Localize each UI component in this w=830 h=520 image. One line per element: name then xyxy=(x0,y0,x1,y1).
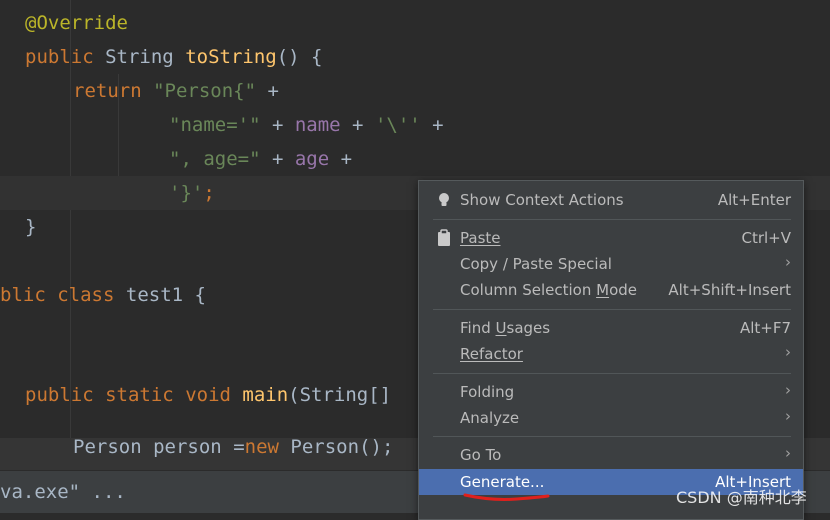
menu-item-refactor[interactable]: Refactor › xyxy=(419,341,803,367)
string-literal: "name='" xyxy=(169,114,261,136)
keyword: static xyxy=(105,384,174,406)
string-literal: '}' xyxy=(169,182,204,204)
console-command-text: va.exe" ... xyxy=(0,481,126,503)
constructor-call: Person xyxy=(290,436,360,458)
string-literal: '\'' xyxy=(374,114,421,136)
keyword: public xyxy=(25,384,94,406)
menu-item-label: Show Context Actions xyxy=(460,191,624,209)
menu-item-label: Analyze xyxy=(460,409,520,427)
label-part: ode xyxy=(609,281,637,299)
field-name: name xyxy=(294,114,341,136)
code-line-5[interactable]: ", age=" + age + xyxy=(169,142,352,176)
method-name: toString xyxy=(185,46,277,68)
menu-item-label: Folding xyxy=(460,383,515,401)
field-name: age xyxy=(294,148,330,170)
mnemonic-letter: M xyxy=(596,281,610,299)
class-name: test1 xyxy=(125,284,184,306)
menu-separator xyxy=(433,373,791,374)
operator: + xyxy=(256,80,279,102)
keyword-fragment: blic xyxy=(0,284,46,306)
code-line-3[interactable]: return "Person{" + xyxy=(73,74,279,108)
menu-item-find-usages[interactable]: Find Usages Alt+F7 xyxy=(419,315,803,341)
code-line-8[interactable]: blic class test1 { xyxy=(0,278,206,312)
submenu-arrow-icon: › xyxy=(785,253,791,271)
menu-separator xyxy=(433,436,791,437)
code-line-9[interactable]: public static void main(String[] xyxy=(25,378,391,412)
keyword: new xyxy=(244,436,279,458)
code-text: (String[] xyxy=(288,384,392,406)
menu-item-shortcut: Alt+Enter xyxy=(717,191,791,209)
menu-item-shortcut: Alt+F7 xyxy=(739,319,791,337)
operator: + xyxy=(340,114,375,136)
code-line-2[interactable]: public String toString() { xyxy=(25,40,322,74)
menu-item-label: Generate... xyxy=(460,473,545,491)
semicolon: ; xyxy=(203,182,215,204)
submenu-arrow-icon: › xyxy=(785,343,791,361)
keyword: public xyxy=(25,46,94,68)
operator: + xyxy=(260,148,295,170)
operator: + xyxy=(260,114,295,136)
menu-item-column-selection-mode[interactable]: Column Selection Mode Alt+Shift+Insert xyxy=(419,277,803,303)
string-literal: ", age=" xyxy=(169,148,261,170)
menu-separator xyxy=(433,219,791,220)
keyword: void xyxy=(185,384,231,406)
method-name: main xyxy=(242,384,289,406)
csdn-watermark: CSDN @南种北李 xyxy=(676,488,807,507)
submenu-arrow-icon: › xyxy=(785,407,791,425)
variable-name: person xyxy=(153,436,222,458)
type-name: Person xyxy=(73,436,142,458)
brace: { xyxy=(194,284,206,306)
menu-item-go-to[interactable]: Go To › xyxy=(419,442,803,468)
label-part: Column Selection xyxy=(460,281,597,299)
menu-item-shortcut: Ctrl+V xyxy=(741,229,791,247)
string-literal: "Person{" xyxy=(153,80,257,102)
label-part: Find xyxy=(460,319,496,337)
brace: } xyxy=(25,216,37,238)
menu-item-label: Find Usages xyxy=(460,319,550,337)
menu-item-paste[interactable]: Paste Ctrl+V xyxy=(419,225,803,251)
menu-item-shortcut: Alt+Shift+Insert xyxy=(668,281,791,299)
menu-item-copy-paste-special[interactable]: Copy / Paste Special › xyxy=(419,251,803,277)
label-part: sages xyxy=(506,319,551,337)
type-name: String xyxy=(105,46,174,68)
mnemonic-letter: U xyxy=(495,319,507,337)
menu-item-show-context-actions[interactable]: Show Context Actions Alt+Enter xyxy=(419,187,803,213)
menu-item-label: Paste xyxy=(460,229,501,247)
annotation-override: @Override xyxy=(25,12,128,34)
keyword: class xyxy=(57,284,115,306)
keyword: return xyxy=(73,80,142,102)
code-line-7[interactable]: } xyxy=(25,210,36,244)
code-line-1[interactable]: @Override xyxy=(25,6,128,40)
code-text: () { xyxy=(276,46,323,68)
clipboard-icon xyxy=(435,229,453,247)
menu-separator xyxy=(433,309,791,310)
operator: + xyxy=(329,148,353,170)
submenu-arrow-icon: › xyxy=(785,444,791,462)
code-line-4[interactable]: "name='" + name + '\'' + xyxy=(169,108,444,142)
editor-context-menu: Show Context Actions Alt+Enter Paste Ctr… xyxy=(418,180,804,520)
menu-item-label: Refactor xyxy=(460,345,523,363)
operator: + xyxy=(420,114,444,136)
code-text: (); xyxy=(359,436,394,458)
operator: = xyxy=(233,436,245,458)
menu-item-label: Copy / Paste Special xyxy=(460,255,612,273)
menu-item-label: Go To xyxy=(460,446,502,464)
menu-item-analyze[interactable]: Analyze › xyxy=(419,405,803,431)
red-underline-mark xyxy=(463,493,550,501)
submenu-arrow-icon: › xyxy=(785,381,791,399)
menu-item-label: Column Selection Mode xyxy=(460,281,637,299)
lightbulb-icon xyxy=(435,191,453,209)
menu-item-folding[interactable]: Folding › xyxy=(419,379,803,405)
